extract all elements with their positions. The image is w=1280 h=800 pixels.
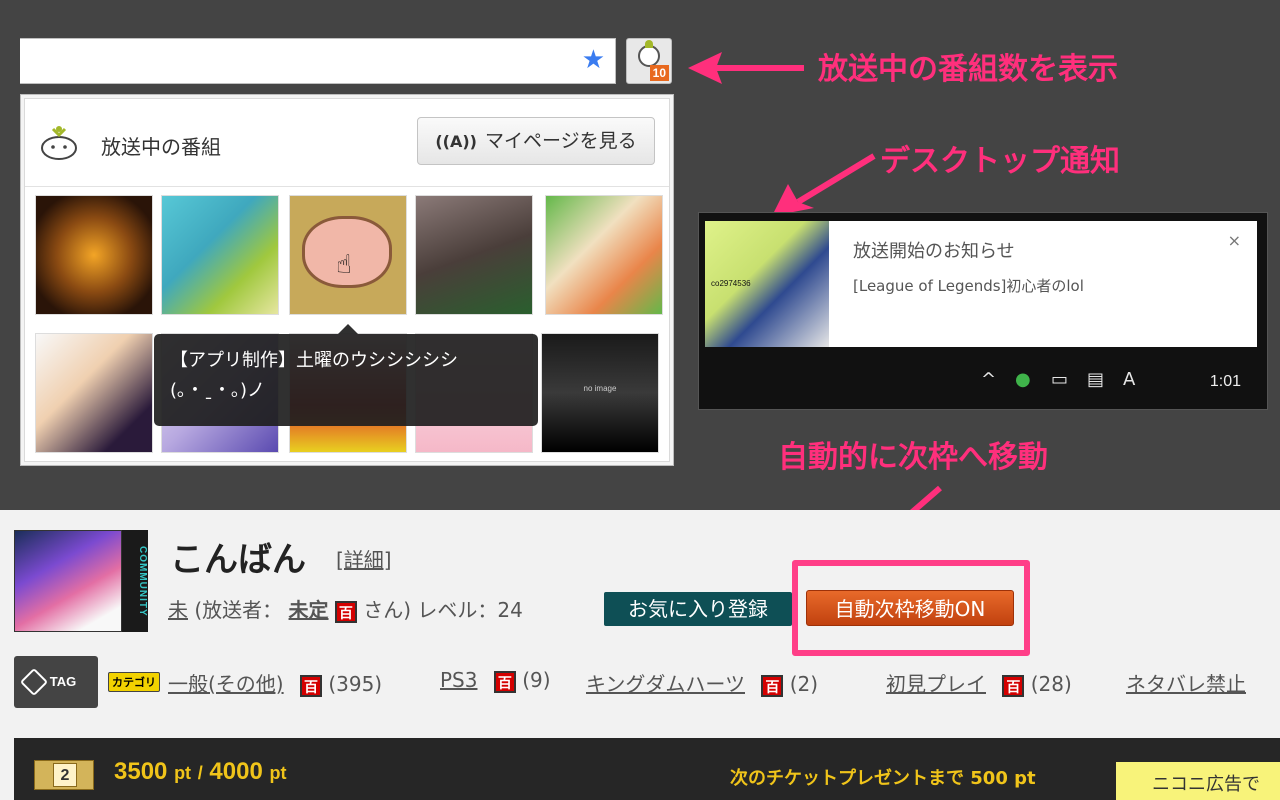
hyaku-icon: 百 xyxy=(1002,674,1025,697)
hyaku-icon: 百 xyxy=(493,670,516,693)
live-thumbnail[interactable] xyxy=(161,195,279,315)
points-unit: pt xyxy=(174,763,192,783)
community-label: COMMUNITY xyxy=(122,530,148,632)
tag-label[interactable]: キングダムハーツ xyxy=(586,672,745,696)
live-thumbnail[interactable] xyxy=(35,333,153,453)
no-image-label: no image xyxy=(583,384,617,393)
tag-label[interactable]: 初見プレイ xyxy=(886,672,986,696)
tag-item[interactable]: PS3 百 (9) xyxy=(440,668,551,693)
points-bar: 2 3500 pt / 4000 pt 次のチケットプレゼントまで 500 pt… xyxy=(14,738,1280,800)
tag-count: (2) xyxy=(789,672,819,696)
mypage-button-label: マイページを見る xyxy=(485,130,637,152)
notification-title: 放送開始のお知らせ xyxy=(853,241,1015,262)
desktop-notification[interactable]: co2974536 放送開始のお知らせ [League of Legends]初… xyxy=(705,221,1257,347)
niconico-tv-icon xyxy=(638,40,660,67)
popup-title: 放送中の番組 xyxy=(101,135,221,159)
notification-center-icon[interactable]: ▤ xyxy=(1087,371,1104,389)
level-number: 2 xyxy=(53,763,77,787)
live-thumbnail[interactable] xyxy=(415,195,533,315)
tag-label[interactable]: PS3 xyxy=(440,668,477,692)
tag-label[interactable]: 一般(その他) xyxy=(168,672,284,696)
antenna-icon: ((A)) xyxy=(435,132,477,151)
tag-count: (28) xyxy=(1030,672,1072,696)
omnibox[interactable]: ★ xyxy=(20,38,616,84)
tag-label[interactable]: ネタバレ禁止 xyxy=(1126,672,1246,696)
tag-row: TAG カテゴリ 一般(その他) 百 (395) PS3 百 (9) キングダム… xyxy=(14,656,1280,708)
security-icon[interactable]: ● xyxy=(1015,371,1031,389)
extension-button[interactable]: 10 xyxy=(626,38,672,84)
notification-thumbnail: co2974536 xyxy=(705,221,829,347)
community-code: co2974536 xyxy=(711,279,751,288)
hyaku-icon: 百 xyxy=(761,674,784,697)
bookmark-star-icon[interactable]: ★ xyxy=(582,47,605,73)
live-count-badge: 10 xyxy=(649,65,669,81)
tag-item[interactable]: 初見プレイ 百 (28) xyxy=(886,668,1072,697)
popup-header: 放送中の番組 ((A)) マイページを見る xyxy=(25,99,669,187)
tag-count: (9) xyxy=(522,668,551,692)
battery-icon[interactable]: ▭ xyxy=(1051,371,1068,389)
live-title: こんばん xyxy=(170,540,306,580)
chevron-up-icon[interactable]: ^ xyxy=(981,371,996,389)
hyaku-icon: 百 xyxy=(299,674,322,697)
owner-name[interactable]: 未定 xyxy=(289,598,329,622)
tag-count: (395) xyxy=(328,672,383,696)
points-unit-max: pt xyxy=(269,763,287,783)
level-badge: 2 xyxy=(34,760,94,790)
callout-arrow-notify xyxy=(772,153,876,216)
callout-show-count: 放送中の番組数を表示 xyxy=(818,52,1118,87)
tag-item[interactable]: ネタバレ禁止 xyxy=(1126,668,1246,697)
clock: 1:01 xyxy=(1209,373,1241,390)
hand-cursor-icon: ☝ xyxy=(336,250,352,280)
owner-prefix: (放送者： xyxy=(194,598,283,622)
tag-item[interactable]: 一般(その他) 百 (395) xyxy=(168,668,382,697)
live-thumbnail[interactable] xyxy=(545,195,663,315)
community-thumbnail[interactable] xyxy=(14,530,122,632)
program-tooltip: 【アプリ制作】土曜のウシシシシシ (｡・ˍ・｡)ノ xyxy=(154,324,538,426)
notification-body: [League of Legends]初心者のlol xyxy=(853,277,1084,295)
callout-desktop-notify: デスクトップ通知 xyxy=(880,144,1120,179)
ime-icon[interactable]: A xyxy=(1123,371,1135,389)
points-current: 3500 xyxy=(114,758,168,785)
points-max: 4000 xyxy=(209,758,263,785)
hyaku-icon: 百 xyxy=(334,600,357,623)
mypage-button[interactable]: ((A)) マイページを見る xyxy=(417,117,655,165)
tag-icon xyxy=(19,667,49,697)
broadcaster-info: 未 (放送者： 未定 百 さん) レベル：24 xyxy=(168,594,523,623)
detail-link[interactable]: [詳細] xyxy=(336,544,392,573)
owner-suffix: さん) レベル：24 xyxy=(363,598,523,622)
tag-badge-label: TAG xyxy=(49,674,77,689)
points-value: 3500 pt / 4000 pt xyxy=(114,758,286,786)
live-thumbnail[interactable]: ☝ xyxy=(289,195,407,315)
callout-auto-move: 自動的に次枠へ移動 xyxy=(778,440,1048,475)
tooltip-title: 【アプリ制作】土曜のウシシシシシ xyxy=(170,350,458,371)
live-thumbnail[interactable]: no image xyxy=(541,333,659,453)
close-icon[interactable]: × xyxy=(1228,231,1241,250)
desktop-screen: co2974536 放送開始のお知らせ [League of Legends]初… xyxy=(698,212,1268,410)
niconico-tv-logo-icon xyxy=(41,126,77,160)
next-ticket-text: 次のチケットプレゼントまで 500 pt xyxy=(730,768,1036,789)
category-badge: カテゴリ xyxy=(108,672,160,692)
nicoad-button[interactable]: ニコニ広告で xyxy=(1116,762,1280,800)
tag-item[interactable]: キングダムハーツ 百 (2) xyxy=(586,668,818,697)
taskbar: ^ ● ▭ ▤ A 1:01 xyxy=(705,359,1257,403)
live-page: COMMUNITY こんばん [詳細] 未 (放送者： 未定 百 さん) レベル… xyxy=(0,510,1280,800)
tag-badge: TAG xyxy=(14,656,98,708)
tooltip-title-line2: (｡・ˍ・｡)ノ xyxy=(170,380,266,401)
live-thumbnail[interactable] xyxy=(35,195,153,315)
auto-next-button[interactable]: 自動次枠移動ON xyxy=(806,590,1014,626)
callout-arrow-count xyxy=(688,52,804,84)
status-text: 未 xyxy=(168,598,188,622)
favorite-button[interactable]: お気に入り登録 xyxy=(604,592,792,626)
points-separator: / xyxy=(197,763,203,783)
